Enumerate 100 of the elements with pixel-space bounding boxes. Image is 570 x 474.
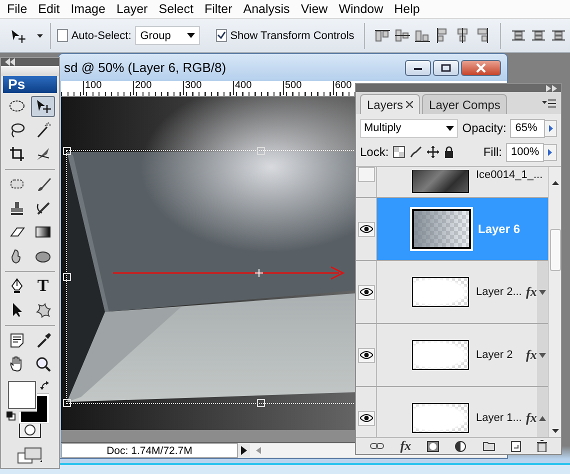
layer-thumbnail: [412, 340, 469, 370]
visibility-toggle[interactable]: [358, 167, 374, 182]
panel-tab[interactable]: Layers: [360, 94, 420, 114]
link-icon[interactable]: [370, 442, 384, 450]
align-vertical-centers-icon[interactable]: [395, 28, 410, 43]
panel-menu-icon[interactable]: [542, 99, 556, 108]
align-right-edges-icon[interactable]: [475, 28, 490, 43]
blend-mode-dropdown[interactable]: Multiply: [360, 118, 458, 138]
lock-pixels-icon[interactable]: [410, 146, 422, 158]
menu-item[interactable]: Image: [66, 2, 112, 16]
swap-colors-icon[interactable]: [40, 380, 50, 391]
app-logo: Ps: [3, 76, 57, 93]
menu-item[interactable]: Layer: [112, 2, 155, 16]
layer-row[interactable]: Layer 2... fx: [356, 261, 548, 324]
checkbox[interactable]: [56, 29, 68, 42]
close-button[interactable]: [461, 60, 501, 76]
layer-name: Layer 6: [478, 222, 522, 236]
align-horizontal-centers-icon[interactable]: [455, 28, 470, 43]
effects-label: fx: [526, 410, 537, 426]
eye-icon[interactable]: [358, 410, 374, 426]
checkbox-label: Auto-Select:: [71, 30, 132, 42]
triangle-right-icon: [548, 124, 553, 132]
caret-icon: [446, 126, 454, 130]
menu-item[interactable]: Help: [390, 2, 427, 16]
layer-thumbnail: [412, 403, 469, 433]
layer-name: Layer 1...: [476, 412, 523, 424]
ruler-label: 100: [83, 81, 102, 95]
effects-toggle-icon[interactable]: [539, 352, 546, 358]
effects-label: fx: [526, 284, 537, 300]
layer-thumbnail: [412, 170, 469, 193]
scroll-left-icon[interactable]: [256, 447, 261, 454]
effects-toggle-icon[interactable]: [539, 290, 546, 294]
layer-thumbnail: [412, 277, 469, 307]
eye-icon[interactable]: [358, 348, 374, 362]
fill-label: Fill:: [483, 145, 502, 159]
distribute-bottom-icon[interactable]: [551, 28, 566, 43]
checkbox[interactable]: [216, 29, 228, 42]
type-tool[interactable]: T: [31, 276, 55, 297]
layer-name: Layer 2...: [476, 286, 523, 298]
caret-icon[interactable]: [37, 32, 44, 38]
effects-toggle-icon[interactable]: [539, 416, 546, 420]
menu-item[interactable]: Filter: [200, 2, 240, 16]
lock-icon[interactable]: [444, 146, 454, 158]
maximize-button[interactable]: [433, 60, 459, 76]
screen-mode-icon[interactable]: [17, 446, 43, 465]
ruler-label: 200: [133, 81, 152, 95]
minimize-button[interactable]: [405, 60, 431, 76]
menu-item[interactable]: Window: [334, 2, 390, 16]
toolbox-grip[interactable]: [1, 66, 59, 76]
layer-row[interactable]: Layer 2 fx: [356, 324, 548, 387]
caret-icon: [186, 33, 195, 38]
triangle-right-icon: [548, 148, 552, 156]
distribute-centers-icon[interactable]: [531, 28, 546, 43]
fill-slider-button[interactable]: [543, 144, 557, 160]
add-layer-style-button[interactable]: fx: [400, 438, 412, 454]
ruler-label: 300: [183, 81, 202, 95]
panel-tab[interactable]: Layer Comps: [422, 94, 508, 114]
align-top-edges-icon[interactable]: [375, 28, 390, 43]
menu-item[interactable]: Select: [154, 2, 200, 16]
layer-name: Ice0014_1_...: [476, 169, 543, 181]
fill-field[interactable]: 100%: [506, 142, 544, 162]
layer-thumbnail: [412, 209, 471, 249]
dropdown[interactable]: Group: [135, 26, 200, 45]
window-title: sd @ 50% (Layer 6, RGB/8): [64, 60, 228, 75]
menu-item[interactable]: View: [296, 2, 335, 16]
close-icon: [475, 62, 487, 72]
opacity-label: Opacity:: [462, 121, 506, 135]
scroll-up-icon[interactable]: [552, 181, 558, 185]
layer-row[interactable]: Ice0014_1_...: [356, 167, 548, 198]
default-colors-icon[interactable]: [6, 410, 16, 421]
document-size-info: Doc: 1.74M/72.7M: [61, 443, 238, 458]
ruler-label: 600: [333, 81, 352, 95]
scroll-down-icon[interactable]: [552, 429, 558, 433]
foreground-color-swatch[interactable]: [8, 380, 36, 409]
menu-item[interactable]: File: [3, 2, 34, 16]
eye-icon[interactable]: [358, 284, 374, 300]
lock-transparency-icon[interactable]: [392, 146, 405, 158]
opacity-field[interactable]: 65%: [510, 118, 546, 138]
menu-item[interactable]: Edit: [34, 2, 67, 16]
effects-label: fx: [526, 347, 537, 363]
check-icon: [217, 31, 226, 40]
eye-icon[interactable]: [358, 222, 374, 236]
layer-mask-icon[interactable]: [427, 440, 440, 452]
ruler-label: 400: [233, 81, 252, 95]
ruler-label: 500: [283, 81, 302, 95]
distribute-top-icon[interactable]: [511, 28, 526, 43]
layer-name: Layer 2: [476, 349, 514, 361]
lock-label: Lock:: [360, 145, 389, 159]
checkbox-label: Show Transform Controls: [230, 30, 354, 42]
opacity-slider-button[interactable]: [544, 120, 557, 136]
menu-item[interactable]: Analysis: [239, 2, 297, 16]
scrollbar-thumb[interactable]: [550, 229, 560, 271]
new-layer-icon[interactable]: [510, 440, 521, 452]
lock-position-icon[interactable]: [426, 146, 439, 158]
adjustment-layer-icon[interactable]: [455, 440, 466, 452]
close-icon[interactable]: [406, 101, 414, 108]
maximize-icon: [440, 62, 452, 72]
move-tool-icon[interactable]: [31, 96, 55, 117]
align-bottom-edges-icon[interactable]: [415, 28, 430, 43]
trash-icon[interactable]: [536, 440, 547, 452]
